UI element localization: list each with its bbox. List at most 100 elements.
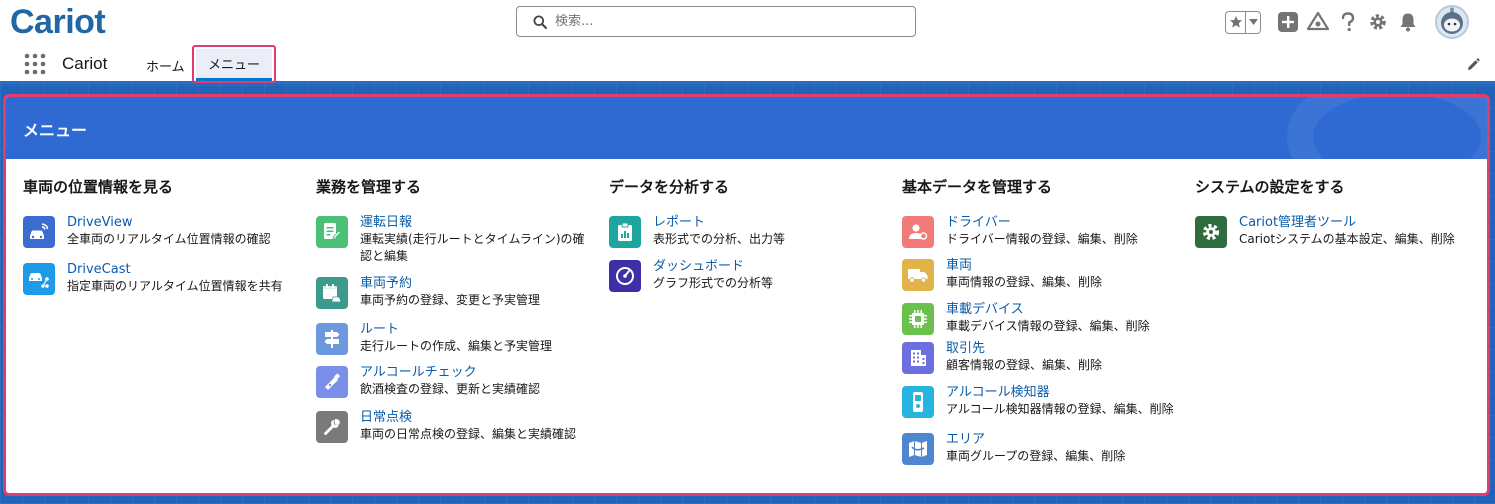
menu-item-label[interactable]: ダッシュボード bbox=[653, 258, 773, 275]
app-name: Cariot bbox=[62, 54, 108, 73]
car-signal-icon bbox=[23, 216, 55, 248]
menu-item-description: 走行ルートの作成、編集と予実管理 bbox=[360, 339, 553, 353]
global-header: Cariot bbox=[0, 0, 1495, 44]
menu-item-alcohol-check[interactable]: アルコールチェック 飲酒検査の登録、更新と実績確認 bbox=[316, 364, 540, 398]
card-header: メニュー bbox=[6, 97, 1487, 159]
menu-item-label[interactable]: 運転日報 bbox=[360, 214, 588, 231]
menu-item-description: アルコール検知器情報の登録、編集、削除 bbox=[946, 402, 1174, 416]
edit-nav-pencil-icon[interactable] bbox=[1466, 58, 1480, 72]
detector-icon bbox=[902, 386, 934, 418]
menu-item-admin-tool[interactable]: Cariot管理者ツール Cariotシステムの基本設定、編集、削除 bbox=[1195, 214, 1455, 248]
header-actions bbox=[1225, 5, 1469, 39]
menu-item-label[interactable]: DriveCast bbox=[67, 261, 283, 278]
column-title: システムの設定をする bbox=[1195, 178, 1345, 196]
help-icon bbox=[1341, 12, 1355, 32]
menu-item-drivecast[interactable]: DriveCast 指定車両のリアルタイム位置情報を共有 bbox=[23, 261, 283, 295]
search-icon bbox=[533, 15, 547, 29]
menu-item-description: Cariotシステムの基本設定、編集、削除 bbox=[1239, 232, 1455, 246]
setup-button[interactable] bbox=[1366, 10, 1390, 34]
menu-item-label[interactable]: Cariot管理者ツール bbox=[1239, 214, 1455, 231]
plus-icon bbox=[1278, 12, 1298, 32]
menu-item-label[interactable]: ドライバー bbox=[946, 214, 1138, 231]
menu-item-label[interactable]: アルコールチェック bbox=[360, 364, 540, 381]
menu-item-label[interactable]: レポート bbox=[653, 214, 785, 231]
menu-item-description: 車両情報の登録、編集、削除 bbox=[946, 275, 1103, 289]
tab-menu-label: メニュー bbox=[196, 49, 272, 81]
menu-item-description: 車載デバイス情報の登録、編集、削除 bbox=[946, 319, 1150, 333]
search-input[interactable] bbox=[555, 14, 895, 29]
help-button[interactable] bbox=[1336, 10, 1360, 34]
menu-item-dashboard[interactable]: ダッシュボード グラフ形式での分析等 bbox=[609, 258, 773, 292]
app-navigation-bar: Cariot ホーム メニュー bbox=[0, 44, 1495, 84]
trailhead-button[interactable] bbox=[1306, 10, 1330, 34]
building-icon bbox=[902, 342, 934, 374]
menu-item-alcohol-detector[interactable]: アルコール検知器 アルコール検知器情報の登録、編集、削除 bbox=[902, 384, 1174, 418]
tab-home[interactable]: ホーム bbox=[146, 56, 185, 75]
cariot-logo[interactable]: Cariot bbox=[10, 2, 106, 42]
menu-card: メニュー 車両の位置情報を見る DriveView 全車両のリアルタイム位置情報… bbox=[3, 94, 1490, 496]
menu-item-report[interactable]: レポート 表形式での分析、出力等 bbox=[609, 214, 785, 248]
user-avatar[interactable] bbox=[1435, 5, 1469, 39]
column-title: データを分析する bbox=[609, 178, 730, 196]
favorites-dropdown-button[interactable] bbox=[1246, 12, 1260, 33]
menu-item-daily-inspection[interactable]: 日常点検 車両の日常点検の登録、編集と実績確認 bbox=[316, 409, 576, 443]
trailhead-icon bbox=[1307, 12, 1329, 31]
settings-gear-icon bbox=[1195, 216, 1227, 248]
menu-item-description: 車両予約の登録、変更と予実管理 bbox=[360, 293, 541, 307]
star-icon bbox=[1229, 16, 1242, 28]
car-share-icon bbox=[23, 263, 55, 295]
menu-item-route[interactable]: ルート 走行ルートの作成、編集と予実管理 bbox=[316, 321, 552, 355]
dashboard-icon bbox=[609, 260, 641, 292]
menu-item-description: 飲酒検査の登録、更新と実績確認 bbox=[360, 382, 541, 396]
favorites-button[interactable] bbox=[1226, 11, 1246, 33]
menu-item-label[interactable]: 車両予約 bbox=[360, 275, 540, 292]
truck-icon bbox=[902, 259, 934, 291]
chip-icon bbox=[902, 303, 934, 335]
menu-item-description: 車両グループの登録、編集、削除 bbox=[946, 449, 1126, 463]
menu-item-label[interactable]: DriveView bbox=[67, 214, 271, 231]
menu-item-description: ドライバー情報の登録、編集、削除 bbox=[946, 232, 1138, 246]
app-launcher-icon[interactable] bbox=[24, 53, 46, 75]
global-create-button[interactable] bbox=[1276, 10, 1300, 34]
menu-item-label[interactable]: ルート bbox=[360, 321, 552, 338]
header-decoration bbox=[1287, 97, 1487, 159]
menu-item-label[interactable]: 車載デバイス bbox=[946, 301, 1150, 318]
calendar-car-icon bbox=[316, 277, 348, 309]
menu-item-account[interactable]: 取引先 顧客情報の登録、編集、削除 bbox=[902, 340, 1102, 374]
column-title: 車両の位置情報を見る bbox=[23, 178, 174, 196]
breath-tester-icon bbox=[316, 366, 348, 398]
menu-item-driveview[interactable]: DriveView 全車両のリアルタイム位置情報の確認 bbox=[23, 214, 271, 248]
menu-item-label[interactable]: エリア bbox=[946, 431, 1125, 448]
favorites-group bbox=[1225, 10, 1261, 34]
signpost-icon bbox=[316, 323, 348, 355]
report-edit-icon bbox=[316, 216, 348, 248]
driver-icon bbox=[902, 216, 934, 248]
menu-item-driver[interactable]: ドライバー ドライバー情報の登録、編集、削除 bbox=[902, 214, 1138, 248]
menu-columns: 車両の位置情報を見る DriveView 全車両のリアルタイム位置情報の確認 D… bbox=[6, 159, 1487, 493]
menu-item-label[interactable]: アルコール検知器 bbox=[946, 384, 1174, 401]
menu-item-description: 指定車両のリアルタイム位置情報を共有 bbox=[67, 279, 283, 293]
menu-item-description: 顧客情報の登録、編集、削除 bbox=[946, 358, 1103, 372]
menu-item-vehicle[interactable]: 車両 車両情報の登録、編集、削除 bbox=[902, 257, 1102, 291]
menu-item-description: 全車両のリアルタイム位置情報の確認 bbox=[67, 232, 271, 246]
card-title: メニュー bbox=[23, 121, 88, 140]
tab-menu[interactable]: メニュー bbox=[192, 45, 276, 83]
menu-item-driving-report[interactable]: 運転日報 運転実績(走行ルートとタイムライン)の確認と編集 bbox=[316, 214, 588, 265]
search-box[interactable] bbox=[516, 6, 916, 37]
menu-item-vehicle-reservation[interactable]: 車両予約 車両予約の登録、変更と予実管理 bbox=[316, 275, 540, 309]
menu-item-label[interactable]: 取引先 bbox=[946, 340, 1102, 357]
robot-avatar-icon bbox=[1441, 7, 1463, 34]
menu-item-description: 運転実績(走行ルートとタイムライン)の確認と編集 bbox=[360, 232, 585, 263]
notifications-button[interactable] bbox=[1396, 10, 1420, 34]
menu-item-description: 表形式での分析、出力等 bbox=[653, 232, 786, 246]
chevron-down-icon bbox=[1248, 19, 1258, 25]
menu-item-onboard-device[interactable]: 車載デバイス 車載デバイス情報の登録、編集、削除 bbox=[902, 301, 1150, 335]
menu-item-label[interactable]: 日常点検 bbox=[360, 409, 576, 426]
bell-icon bbox=[1400, 13, 1416, 32]
column-title: 業務を管理する bbox=[316, 178, 422, 196]
wrench-icon bbox=[316, 411, 348, 443]
menu-item-description: グラフ形式での分析等 bbox=[653, 276, 774, 290]
menu-item-label[interactable]: 車両 bbox=[946, 257, 1102, 274]
menu-item-area[interactable]: エリア 車両グループの登録、編集、削除 bbox=[902, 431, 1125, 465]
report-icon bbox=[609, 216, 641, 248]
